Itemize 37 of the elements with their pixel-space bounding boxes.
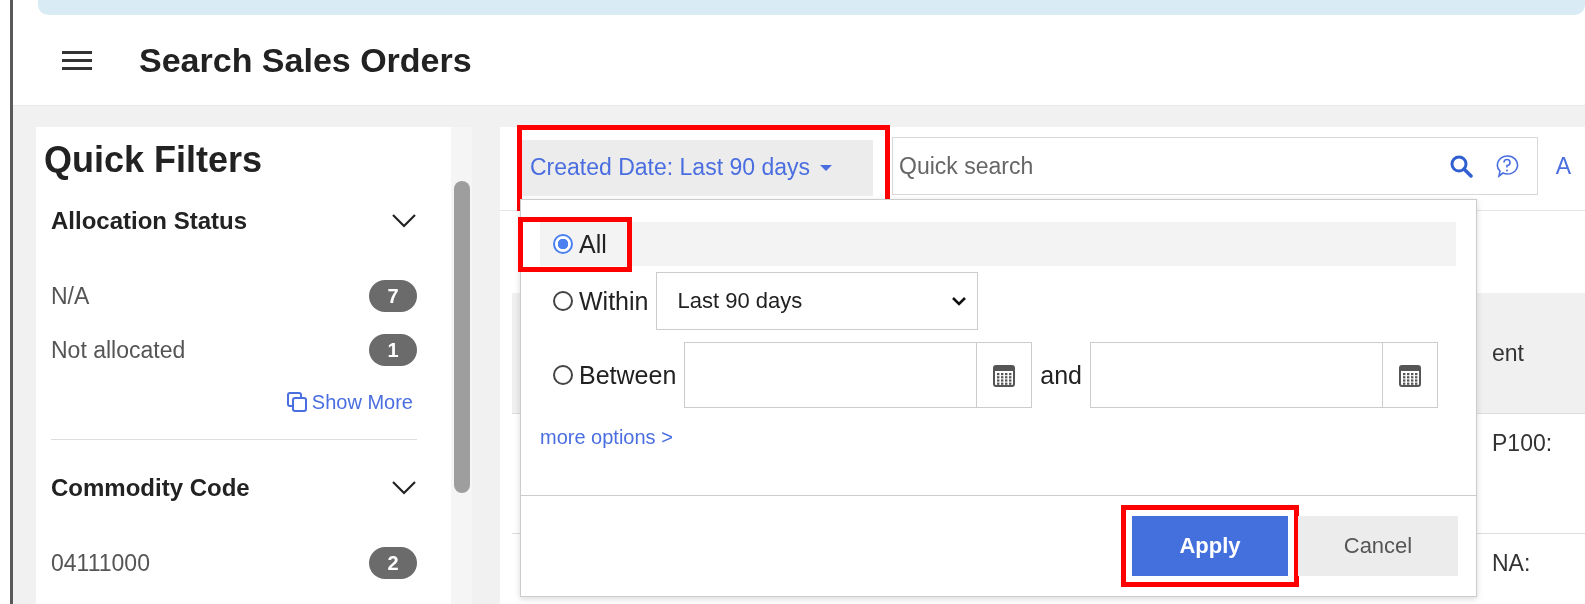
and-label: and	[1040, 360, 1082, 390]
option-label: Between	[579, 360, 677, 390]
calendar-icon	[993, 363, 1016, 387]
option-label: All	[579, 229, 607, 259]
column-header: ent	[1492, 339, 1524, 367]
more-options-link[interactable]: more options >	[540, 426, 673, 449]
caret-icon	[820, 163, 832, 172]
search-icon	[1448, 154, 1473, 178]
chevron-down-icon	[951, 296, 968, 306]
count-badge: 7	[369, 280, 417, 312]
table-cell: P100:	[1492, 430, 1553, 457]
show-more-link[interactable]: Show More	[285, 377, 413, 427]
cancel-button[interactable]: Cancel	[1298, 516, 1458, 576]
period-dropdown[interactable]: Last 90 days	[656, 272, 979, 330]
radio-button[interactable]	[553, 365, 573, 385]
copy-icon	[285, 391, 308, 413]
section-title: Commodity Code	[51, 474, 250, 502]
date-filter-button[interactable]: Created Date: Last 90 days	[522, 139, 873, 196]
link[interactable]: A	[1555, 152, 1571, 180]
table-cell: NA:	[1492, 550, 1531, 577]
filter-option[interactable]: 04111000	[51, 549, 150, 577]
search-bar[interactable]: Quick search	[892, 137, 1538, 195]
page-title: Search Sales Orders	[139, 40, 472, 80]
count-badge: 2	[369, 547, 417, 579]
radio-button[interactable]	[553, 234, 573, 254]
panel-title: Quick Filters	[44, 139, 264, 181]
help-icon	[1494, 154, 1519, 178]
filter-option[interactable]: Not allocated	[51, 336, 186, 364]
apply-button[interactable]: Apply	[1132, 516, 1288, 576]
count-badge: 1	[369, 334, 417, 366]
calendar-icon	[1399, 363, 1421, 387]
option-label: Within	[579, 286, 649, 316]
radio-button[interactable]	[553, 291, 573, 311]
menu-icon	[62, 49, 92, 71]
filter-option[interactable]: N/A	[51, 282, 90, 310]
scrollbar-thumb[interactable]	[453, 181, 470, 493]
section-title: Allocation Status	[51, 207, 248, 235]
